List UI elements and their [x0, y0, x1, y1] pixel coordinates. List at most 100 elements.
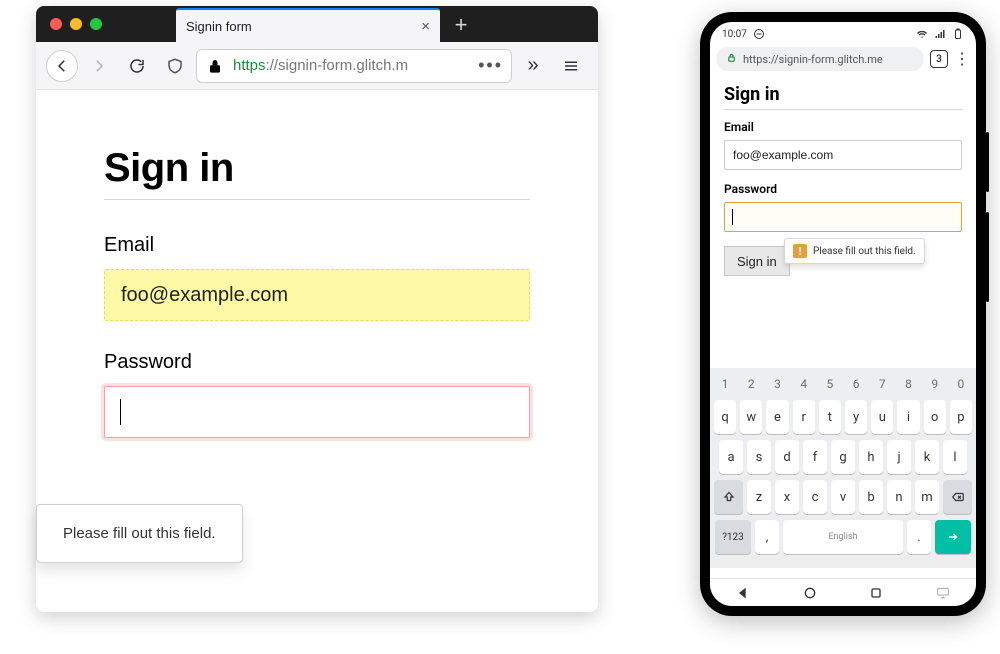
key-f[interactable]: f [803, 440, 827, 474]
nav-recents-button[interactable] [868, 585, 884, 601]
cell-signal-icon [934, 28, 946, 40]
back-button[interactable] [46, 50, 78, 82]
key-z[interactable]: z [747, 480, 771, 514]
keyboard-row-2: asdfghjkl [714, 440, 972, 474]
page-actions-icon[interactable]: ••• [478, 55, 503, 76]
tracking-protection-button[interactable] [158, 49, 192, 83]
keyboard-number-row: 1234567890 [714, 374, 972, 394]
new-tab-button[interactable]: + [446, 8, 476, 42]
page-content: Sign in Email Password Please fill out t… [36, 90, 598, 438]
reload-icon [128, 57, 146, 75]
lock-icon [726, 52, 737, 66]
divider [104, 199, 530, 200]
key-e[interactable]: e [766, 400, 788, 434]
keyboard-hide-icon[interactable] [935, 585, 951, 601]
close-tab-icon[interactable]: × [421, 18, 430, 35]
keyboard-row-3: zxcvbnm [714, 480, 972, 514]
key-h[interactable]: h [859, 440, 883, 474]
key-r[interactable]: r [793, 400, 815, 434]
key-4[interactable]: 4 [793, 374, 815, 394]
enter-key[interactable] [935, 520, 971, 554]
password-label: Password [104, 351, 530, 374]
email-field[interactable] [724, 140, 962, 170]
key-m[interactable]: m [915, 480, 939, 514]
validation-tooltip: Please fill out this field. [36, 504, 243, 563]
chrome-url-text: https://signin-form.glitch.me [743, 53, 883, 66]
arrow-right-icon [946, 530, 960, 544]
key-u[interactable]: u [871, 400, 893, 434]
key-y[interactable]: y [845, 400, 867, 434]
phone-volume-button [986, 132, 989, 192]
phone-page-content: Sign in Email Password Sign in ! Please … [710, 74, 976, 276]
chrome-menu-button[interactable]: ⋮ [954, 51, 970, 67]
window-controls [36, 6, 102, 42]
password-field[interactable] [724, 202, 962, 232]
tab-switcher-button[interactable]: 3 [930, 50, 948, 68]
zoom-window-button[interactable] [90, 18, 102, 30]
browser-tabstrip: Signin form × + [176, 8, 476, 42]
keyboard-row-1: qwertyuiop [714, 400, 972, 434]
key-g[interactable]: g [831, 440, 855, 474]
email-field[interactable] [104, 269, 530, 321]
key-d[interactable]: d [775, 440, 799, 474]
key-c[interactable]: c [803, 480, 827, 514]
arrow-left-icon [53, 57, 71, 75]
key-5[interactable]: 5 [819, 374, 841, 394]
password-field[interactable] [104, 386, 530, 438]
key-l[interactable]: l [943, 440, 967, 474]
wifi-icon [916, 28, 928, 40]
minimize-window-button[interactable] [70, 18, 82, 30]
key-p[interactable]: p [950, 400, 972, 434]
space-key[interactable]: English [783, 520, 903, 554]
backspace-key[interactable] [943, 480, 972, 514]
key-0[interactable]: 0 [950, 374, 972, 394]
page-title: Sign in [104, 146, 530, 191]
chrome-toolbar: https://signin-form.glitch.me 3 ⋮ [710, 44, 976, 74]
key-j[interactable]: j [887, 440, 911, 474]
warning-icon: ! [793, 244, 807, 258]
key-x[interactable]: x [775, 480, 799, 514]
nav-home-button[interactable] [802, 585, 818, 601]
text-caret [732, 209, 733, 225]
key-n[interactable]: n [887, 480, 911, 514]
key-t[interactable]: t [819, 400, 841, 434]
key-k[interactable]: k [915, 440, 939, 474]
key-q[interactable]: q [714, 400, 736, 434]
symbols-key[interactable]: ?123 [715, 520, 751, 554]
key-9[interactable]: 9 [924, 374, 946, 394]
app-menu-button[interactable] [554, 49, 588, 83]
chevron-double-right-icon: » [527, 54, 538, 77]
menu-icon [562, 57, 580, 75]
comma-key[interactable]: , [755, 520, 779, 554]
period-key[interactable]: . [907, 520, 931, 554]
chrome-address-bar[interactable]: https://signin-form.glitch.me [716, 47, 924, 71]
reload-button[interactable] [120, 49, 154, 83]
key-7[interactable]: 7 [871, 374, 893, 394]
shift-key[interactable] [714, 480, 743, 514]
key-s[interactable]: s [747, 440, 771, 474]
close-window-button[interactable] [50, 18, 62, 30]
key-w[interactable]: w [740, 400, 762, 434]
sign-in-button[interactable]: Sign in [724, 246, 790, 276]
key-o[interactable]: o [924, 400, 946, 434]
battery-icon [952, 28, 964, 40]
validation-tooltip-text: Please fill out this field. [813, 246, 916, 257]
android-nav-bar [710, 578, 976, 606]
nav-back-button[interactable] [735, 585, 751, 601]
key-3[interactable]: 3 [766, 374, 788, 394]
divider [724, 109, 962, 110]
key-v[interactable]: v [831, 480, 855, 514]
validation-tooltip-text: Please fill out this field. [63, 525, 216, 542]
key-2[interactable]: 2 [740, 374, 762, 394]
key-a[interactable]: a [719, 440, 743, 474]
toolbar-overflow-button[interactable]: » [516, 49, 550, 83]
address-bar[interactable]: https://signin-form.glitch.m ••• [196, 49, 512, 83]
key-1[interactable]: 1 [714, 374, 736, 394]
browser-tab-active[interactable]: Signin form × [176, 8, 440, 42]
key-i[interactable]: i [897, 400, 919, 434]
soft-keyboard: 1234567890 qwertyuiop asdfghjkl zxcvbnm … [710, 368, 976, 568]
key-6[interactable]: 6 [845, 374, 867, 394]
key-b[interactable]: b [859, 480, 883, 514]
key-8[interactable]: 8 [897, 374, 919, 394]
forward-button[interactable] [82, 49, 116, 83]
